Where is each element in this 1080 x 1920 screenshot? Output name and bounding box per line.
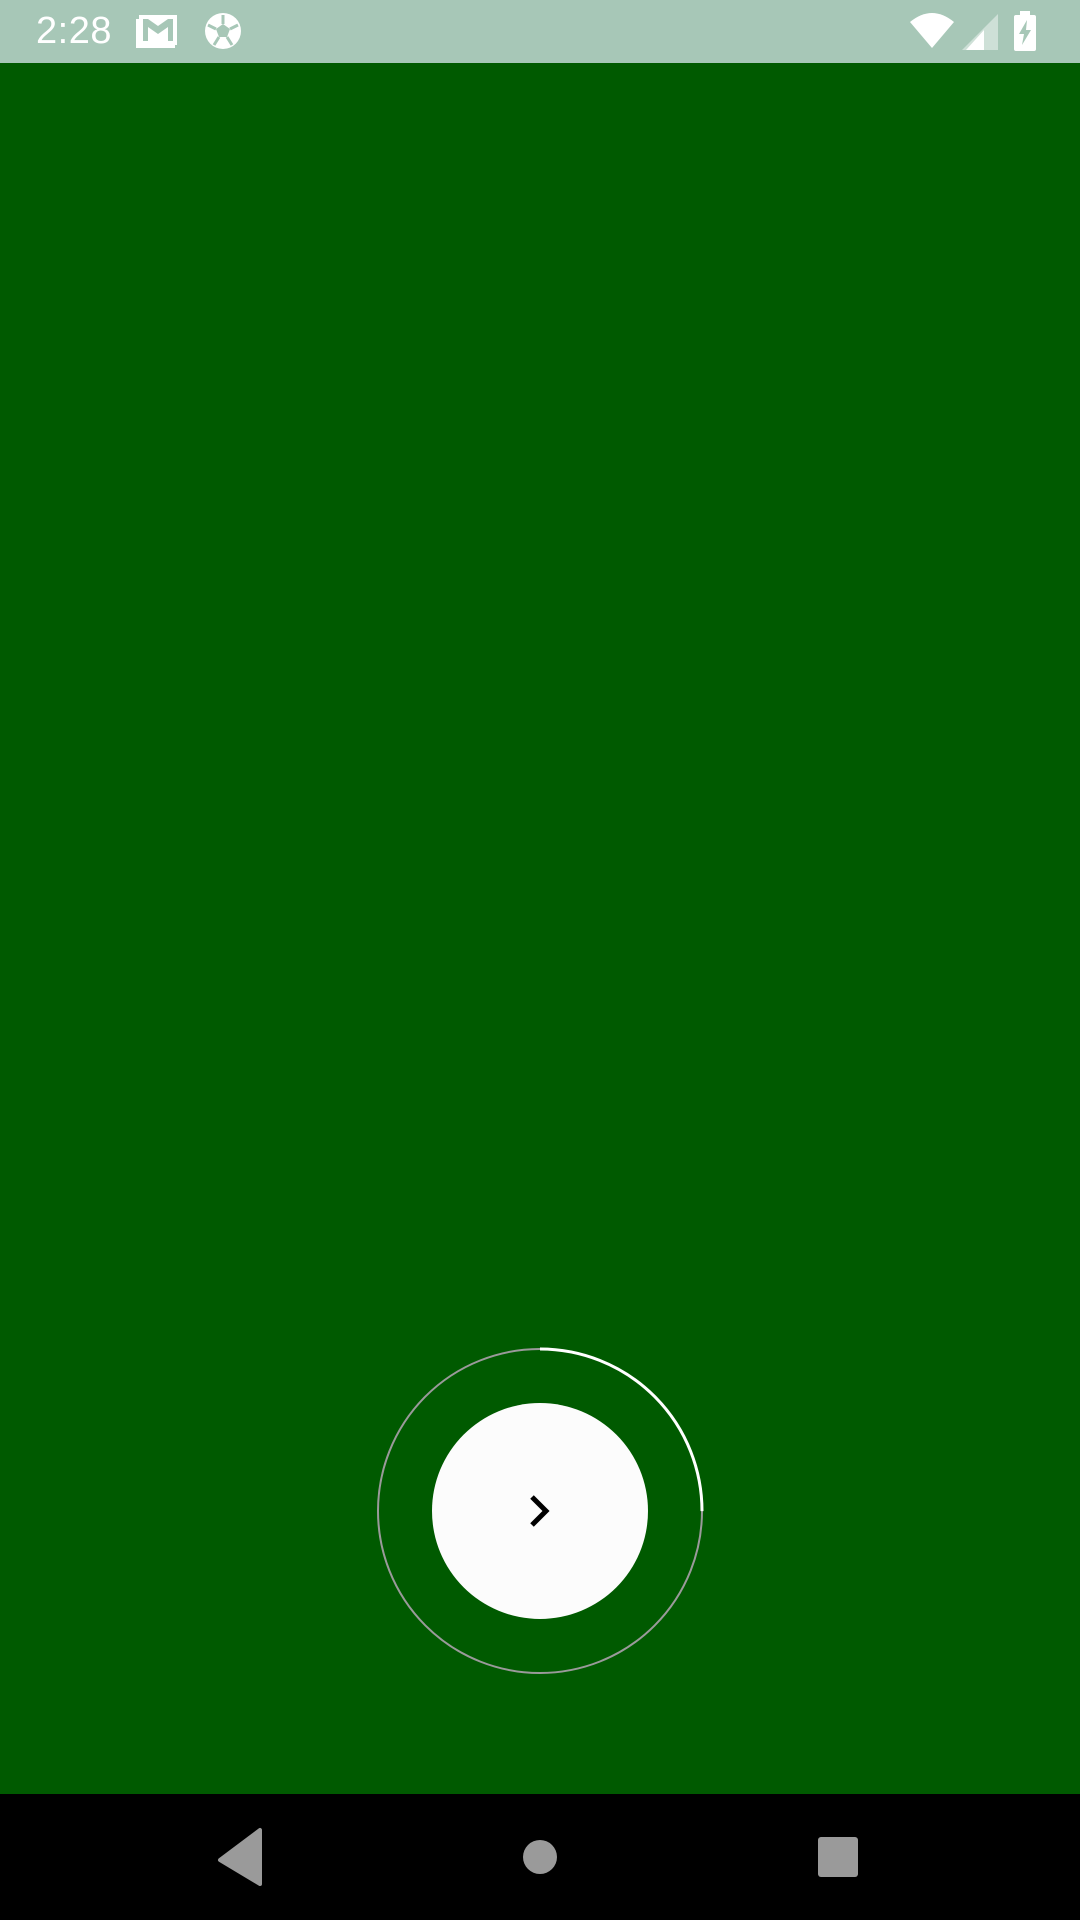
cell-signal-icon xyxy=(962,14,998,50)
home-icon[interactable] xyxy=(507,1824,573,1890)
wifi-icon xyxy=(910,13,954,48)
recents-icon[interactable] xyxy=(805,1824,871,1890)
navigation-bar xyxy=(0,1794,1080,1920)
gmail-icon xyxy=(136,15,177,48)
main-content xyxy=(0,63,1080,1794)
screen: 2:28 xyxy=(0,0,1080,1920)
next-progress-control xyxy=(376,1347,704,1675)
status-time: 2:28 xyxy=(36,10,112,52)
next-button[interactable] xyxy=(432,1403,648,1619)
battery-charging-icon xyxy=(1014,11,1036,51)
chevron-right-icon xyxy=(530,1495,550,1527)
back-icon[interactable] xyxy=(208,1824,274,1890)
soccer-ball-icon xyxy=(205,13,241,49)
status-bar: 2:28 xyxy=(0,0,1080,63)
